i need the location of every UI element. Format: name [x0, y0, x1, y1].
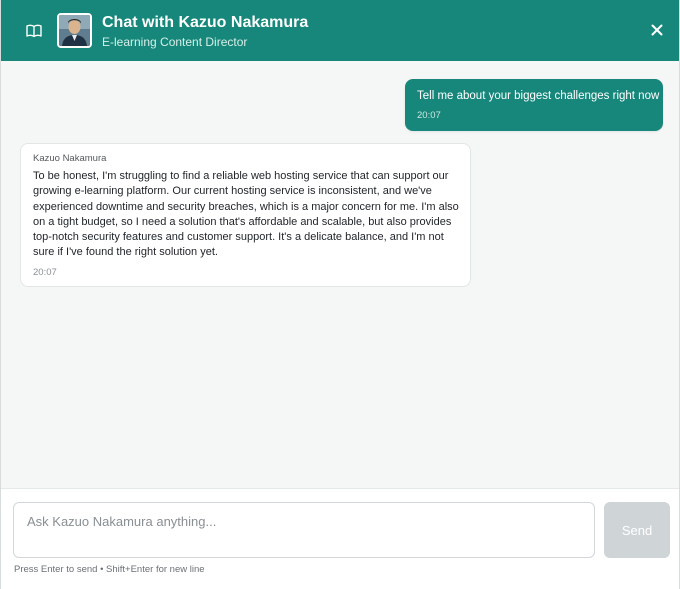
- user-message: Tell me about your biggest challenges ri…: [405, 79, 663, 131]
- user-message-text: Tell me about your biggest challenges ri…: [417, 90, 660, 102]
- message-list[interactable]: Tell me about your biggest challenges ri…: [1, 61, 679, 488]
- book-open-icon[interactable]: [23, 20, 45, 42]
- assistant-message: Kazuo Nakamura To be honest, I'm struggl…: [20, 143, 471, 287]
- composer-hint: Press Enter to send • Shift+Enter for ne…: [14, 564, 205, 575]
- composer: Send Press Enter to send • Shift+Enter f…: [1, 488, 679, 589]
- close-icon[interactable]: [649, 22, 665, 38]
- assistant-message-text: To be honest, I'm struggling to find a r…: [33, 170, 459, 259]
- chat-header: Chat with Kazuo Nakamura E-learning Cont…: [1, 0, 679, 61]
- chat-title: Chat with Kazuo Nakamura: [102, 14, 309, 31]
- message-input[interactable]: [13, 502, 595, 558]
- user-message-time: 20:07: [417, 110, 441, 121]
- avatar: [57, 13, 92, 48]
- chat-window: Chat with Kazuo Nakamura E-learning Cont…: [0, 0, 680, 589]
- assistant-message-sender: Kazuo Nakamura: [33, 153, 107, 164]
- chat-subtitle: E-learning Content Director: [102, 35, 248, 49]
- send-button[interactable]: Send: [604, 502, 670, 558]
- title-block: Chat with Kazuo Nakamura E-learning Cont…: [102, 13, 308, 50]
- assistant-message-time: 20:07: [33, 266, 57, 278]
